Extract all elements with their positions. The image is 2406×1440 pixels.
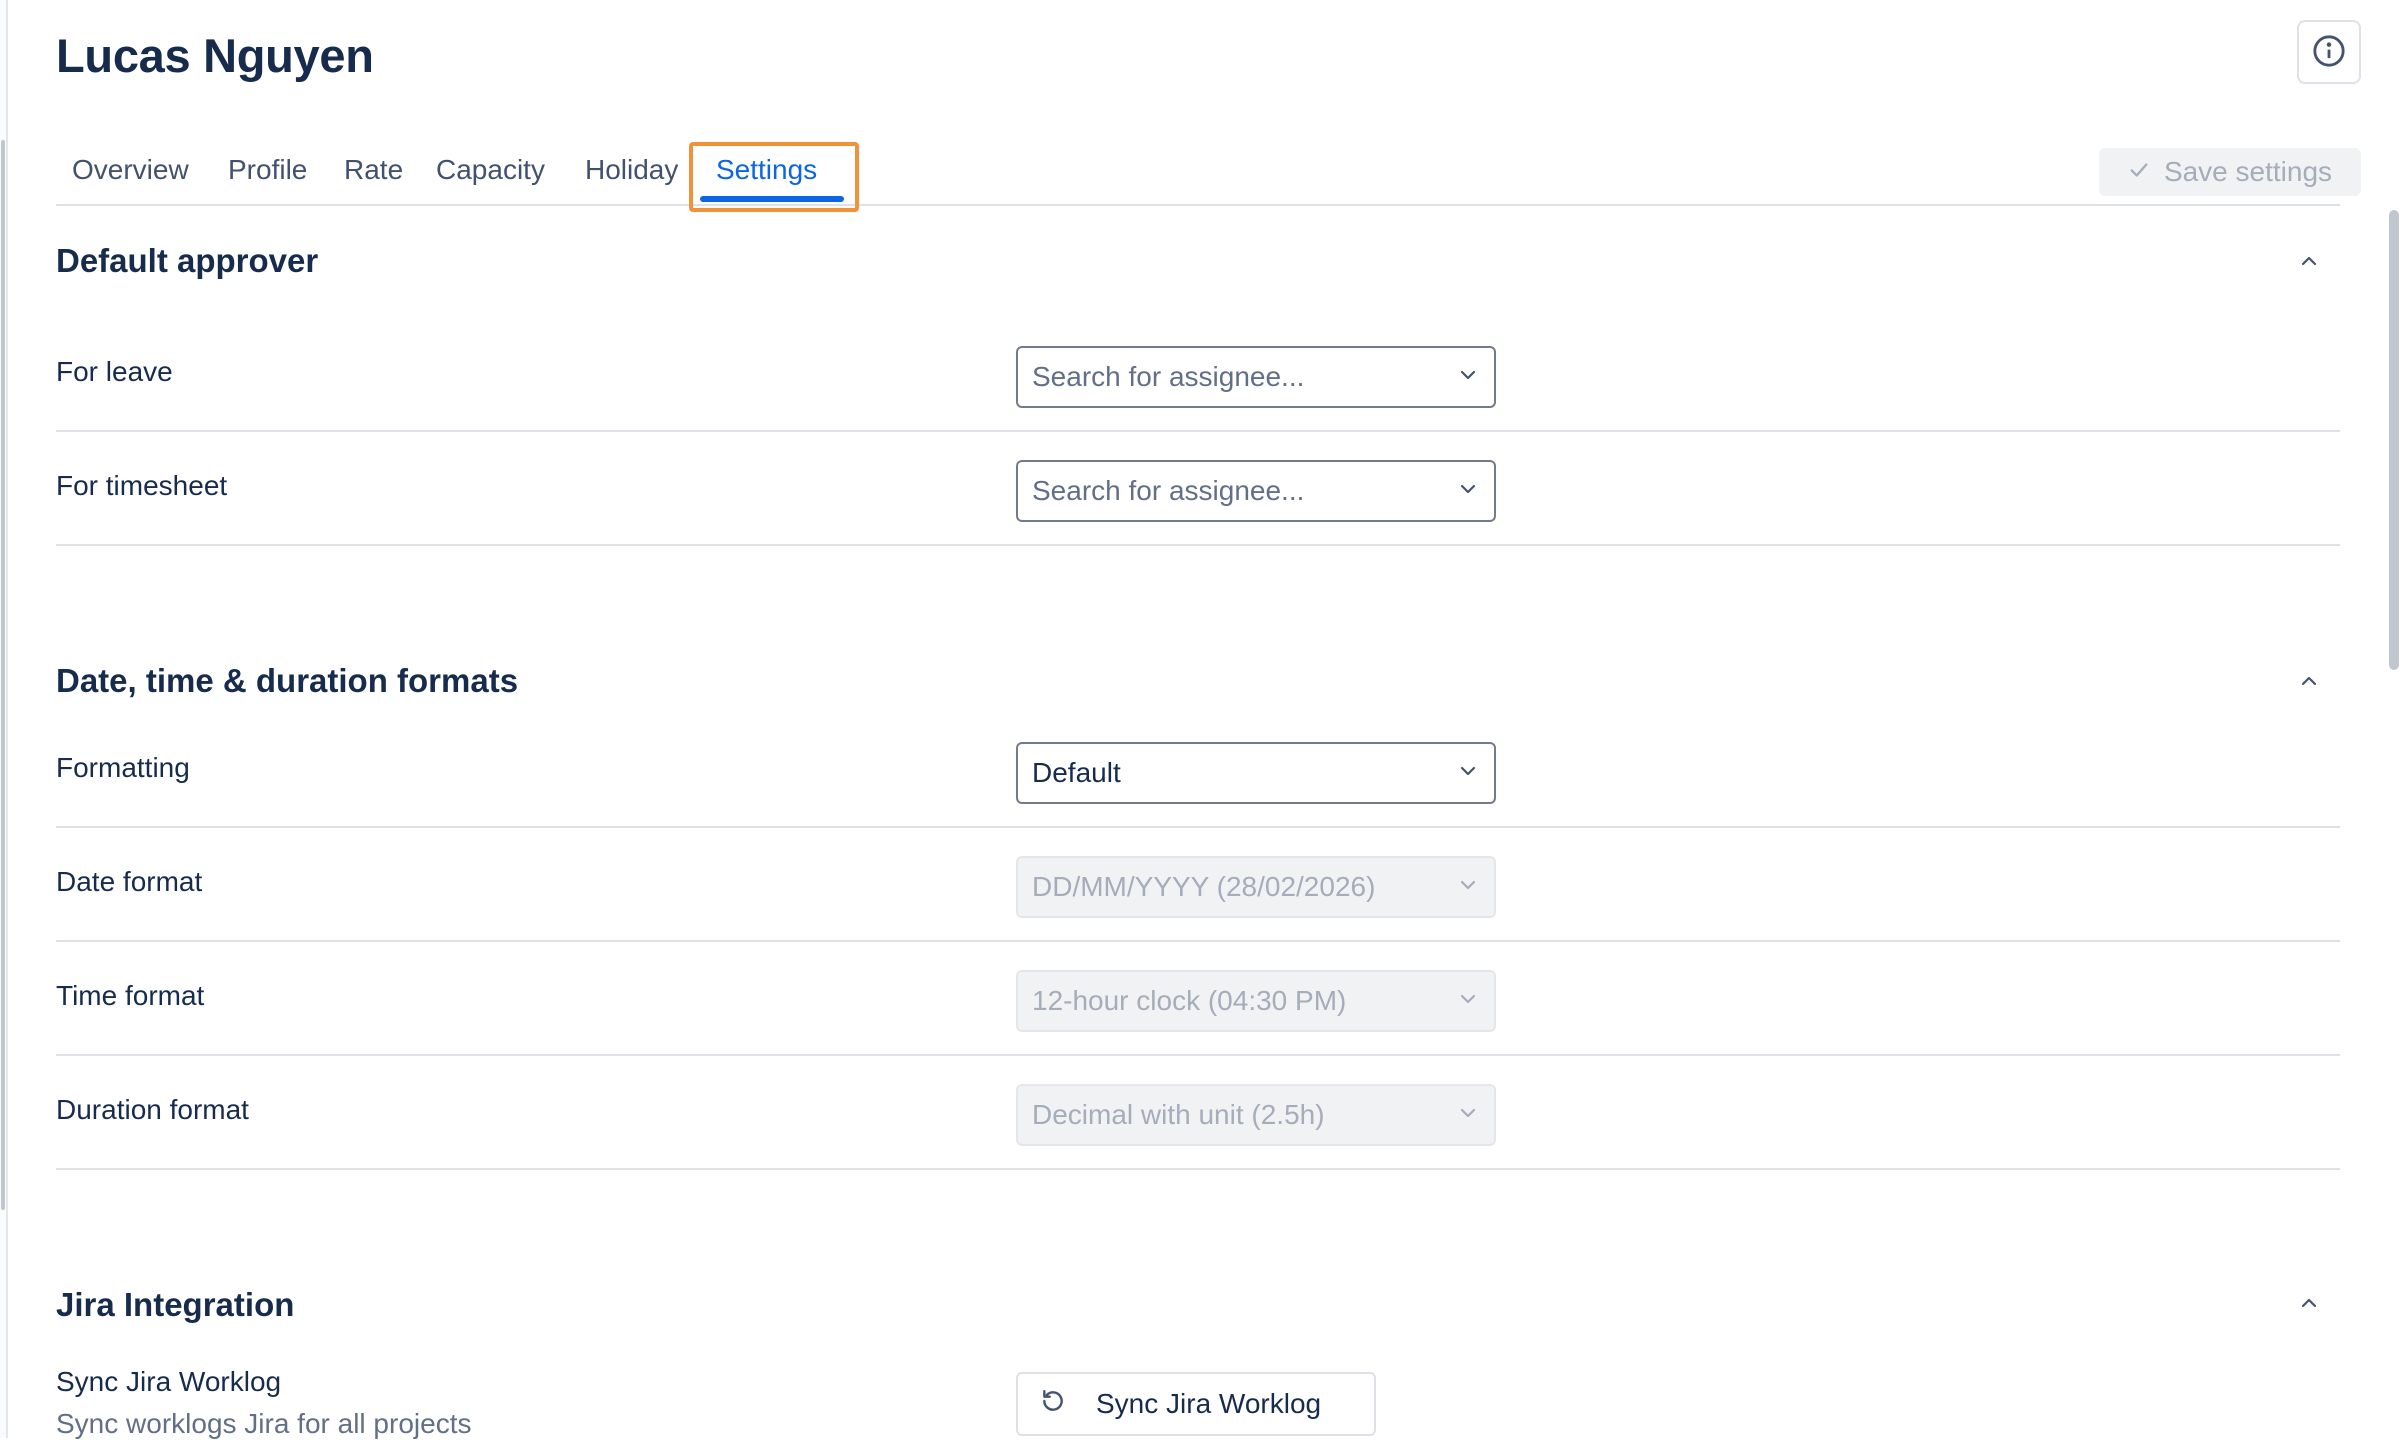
save-settings-button[interactable]: Save settings bbox=[2099, 148, 2361, 196]
tab-settings[interactable]: Settings bbox=[716, 154, 817, 186]
refresh-icon bbox=[1040, 1388, 1066, 1421]
row-for-timesheet: For timesheet Search for assignee... bbox=[56, 432, 2340, 546]
chevron-up-icon bbox=[2297, 1291, 2321, 1320]
section-title-jira-integration: Jira Integration bbox=[56, 1286, 295, 1323]
time-format-value: 12-hour clock (04:30 PM) bbox=[1032, 985, 1347, 1016]
row-duration-format: Duration format Decimal with unit (2.5h) bbox=[56, 1056, 2340, 1170]
right-scrollbar[interactable] bbox=[2386, 210, 2402, 1438]
chevron-down-icon bbox=[1456, 477, 1480, 506]
chevron-up-icon bbox=[2297, 249, 2321, 278]
chevron-down-icon bbox=[1456, 873, 1480, 902]
info-button[interactable] bbox=[2297, 20, 2361, 84]
chevron-down-icon bbox=[1456, 1101, 1480, 1130]
duration-format-select[interactable]: Decimal with unit (2.5h) bbox=[1016, 1084, 1496, 1146]
row-date-format: Date format DD/MM/YYYY (28/02/2026) bbox=[56, 828, 2340, 942]
chevron-down-icon bbox=[1456, 987, 1480, 1016]
tab-overview[interactable]: Overview bbox=[72, 154, 189, 186]
time-format-label: Time format bbox=[56, 980, 205, 1011]
page-title: Lucas Nguyen bbox=[56, 29, 374, 82]
save-settings-label: Save settings bbox=[2163, 156, 2333, 187]
for-leave-label: For leave bbox=[56, 356, 173, 387]
left-scrollbar-thumb[interactable] bbox=[1, 140, 5, 1210]
section-title-default-approver: Default approver bbox=[56, 242, 319, 279]
collapse-formats-button[interactable] bbox=[2292, 666, 2326, 700]
chevron-down-icon bbox=[1456, 363, 1480, 392]
time-format-select[interactable]: 12-hour clock (04:30 PM) bbox=[1016, 970, 1496, 1032]
tab-rate[interactable]: Rate bbox=[344, 154, 403, 186]
date-format-label: Date format bbox=[56, 866, 203, 897]
for-timesheet-label: For timesheet bbox=[56, 470, 228, 501]
date-format-select[interactable]: DD/MM/YYYY (28/02/2026) bbox=[1016, 856, 1496, 918]
sync-jira-worklog-description: Sync worklogs Jira for all projects bbox=[56, 1408, 472, 1439]
tab-holiday[interactable]: Holiday bbox=[585, 154, 678, 186]
sync-jira-worklog-button-label: Sync Jira Worklog bbox=[1096, 1388, 1322, 1419]
settings-page: Lucas Nguyen Overview Profile Rate Capac… bbox=[56, 0, 2361, 1439]
row-for-leave: For leave Search for assignee... bbox=[56, 318, 2340, 432]
formatting-label: Formatting bbox=[56, 752, 190, 783]
info-icon bbox=[2312, 34, 2346, 71]
row-formatting: Formatting Default bbox=[56, 714, 2340, 828]
for-leave-placeholder: Search for assignee... bbox=[1032, 361, 1305, 392]
active-tab-indicator bbox=[700, 196, 844, 202]
duration-format-value: Decimal with unit (2.5h) bbox=[1032, 1099, 1325, 1130]
sync-jira-worklog-button[interactable]: Sync Jira Worklog bbox=[1016, 1372, 1376, 1436]
duration-format-label: Duration format bbox=[56, 1094, 249, 1125]
chevron-down-icon bbox=[1456, 759, 1480, 788]
formatting-value: Default bbox=[1032, 757, 1121, 788]
section-title-formats: Date, time & duration formats bbox=[56, 662, 519, 699]
for-leave-assignee-select[interactable]: Search for assignee... bbox=[1016, 346, 1496, 408]
collapse-default-approver-button[interactable] bbox=[2292, 246, 2326, 280]
row-time-format: Time format 12-hour clock (04:30 PM) bbox=[56, 942, 2340, 1056]
sync-jira-worklog-label: Sync Jira Worklog bbox=[56, 1366, 282, 1397]
chevron-up-icon bbox=[2297, 669, 2321, 698]
formatting-select[interactable]: Default bbox=[1016, 742, 1496, 804]
left-scrollbar[interactable] bbox=[0, 0, 8, 1438]
for-timesheet-assignee-select[interactable]: Search for assignee... bbox=[1016, 460, 1496, 522]
tab-capacity[interactable]: Capacity bbox=[436, 154, 545, 186]
collapse-jira-button[interactable] bbox=[2292, 1288, 2326, 1322]
check-icon bbox=[2128, 156, 2150, 188]
for-timesheet-placeholder: Search for assignee... bbox=[1032, 475, 1305, 506]
right-scrollbar-thumb[interactable] bbox=[2389, 210, 2399, 670]
tab-profile[interactable]: Profile bbox=[228, 154, 307, 186]
date-format-value: DD/MM/YYYY (28/02/2026) bbox=[1032, 871, 1376, 902]
tab-bar: Overview Profile Rate Capacity Holiday S… bbox=[56, 140, 2340, 212]
